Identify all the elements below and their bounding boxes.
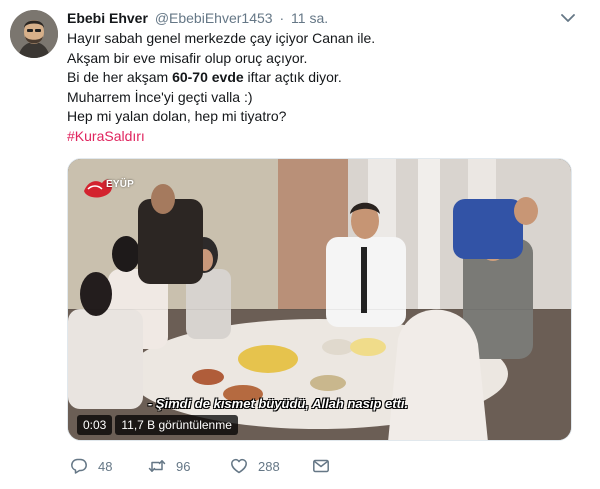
reply-icon [71, 458, 87, 474]
author-handle[interactable]: @EbebiEhver1453 [155, 10, 273, 26]
retweet-icon [148, 460, 166, 472]
like-count: 288 [258, 458, 280, 474]
tweet-line: Muharrem İnce'yi geçti valla :) [67, 88, 253, 105]
tweet-line: Akşam bir eve misafir olup oruç açıyor. [67, 49, 308, 66]
tweet-timestamp[interactable]: 11 sa. [291, 10, 328, 26]
reply-count: 48 [98, 458, 113, 474]
avatar[interactable] [10, 10, 58, 58]
video-subtitle: - Şimdi de kısmet büyüdü, Allah nasip et… [147, 396, 409, 411]
tweet-line: Bi de her akşam 60-70 evde iftar açtık d… [67, 68, 567, 88]
video-info-bar: 0:03 11,7 B görüntülenme [77, 415, 238, 435]
hashtag-link[interactable]: #KuraSaldırı [67, 127, 567, 147]
heart-icon [231, 458, 247, 474]
tweet-line-part: iftar açtık diyor. [243, 69, 342, 86]
reply-button[interactable]: 48 [70, 456, 112, 476]
tweet-bold-text: 60-70 evde [172, 69, 244, 86]
direct-message-button[interactable] [312, 456, 340, 476]
like-button[interactable]: 288 [230, 456, 280, 476]
author-name[interactable]: Ebebi Ehver [67, 10, 148, 26]
chevron-down-icon[interactable] [561, 13, 575, 23]
separator-dot: · [279, 10, 285, 26]
tweet-header: Ebebi Ehver @EbebiEhver1453 · 11 sa. [67, 9, 328, 27]
tweet-line: Hep mi yalan dolan, hep mi tiyatro? [67, 108, 287, 125]
retweet-count: 96 [176, 458, 191, 474]
tweet-line: Hayır sabah genel merkezde çay içiyor Ca… [67, 30, 376, 46]
tweet[interactable]: Ebebi Ehver @EbebiEhver1453 · 11 sa. Hay… [0, 0, 600, 489]
video-player[interactable]: EYÜP - Şimdi de kısmet büyüdü, Allah nas… [67, 158, 572, 441]
view-count-badge: 11,7 B görüntülenme [115, 415, 238, 435]
retweet-button[interactable]: 96 [148, 456, 190, 476]
avatar-image [10, 10, 58, 58]
envelope-icon [313, 459, 329, 473]
tweet-actions: 48 96 288 [67, 456, 467, 476]
tweet-text: Hayır sabah genel merkezde çay içiyor Ca… [67, 29, 567, 147]
video-time-badge: 0:03 [77, 415, 113, 435]
channel-label: EYÜP [106, 179, 135, 190]
tweet-line-part: Bi de her akşam [67, 69, 173, 86]
